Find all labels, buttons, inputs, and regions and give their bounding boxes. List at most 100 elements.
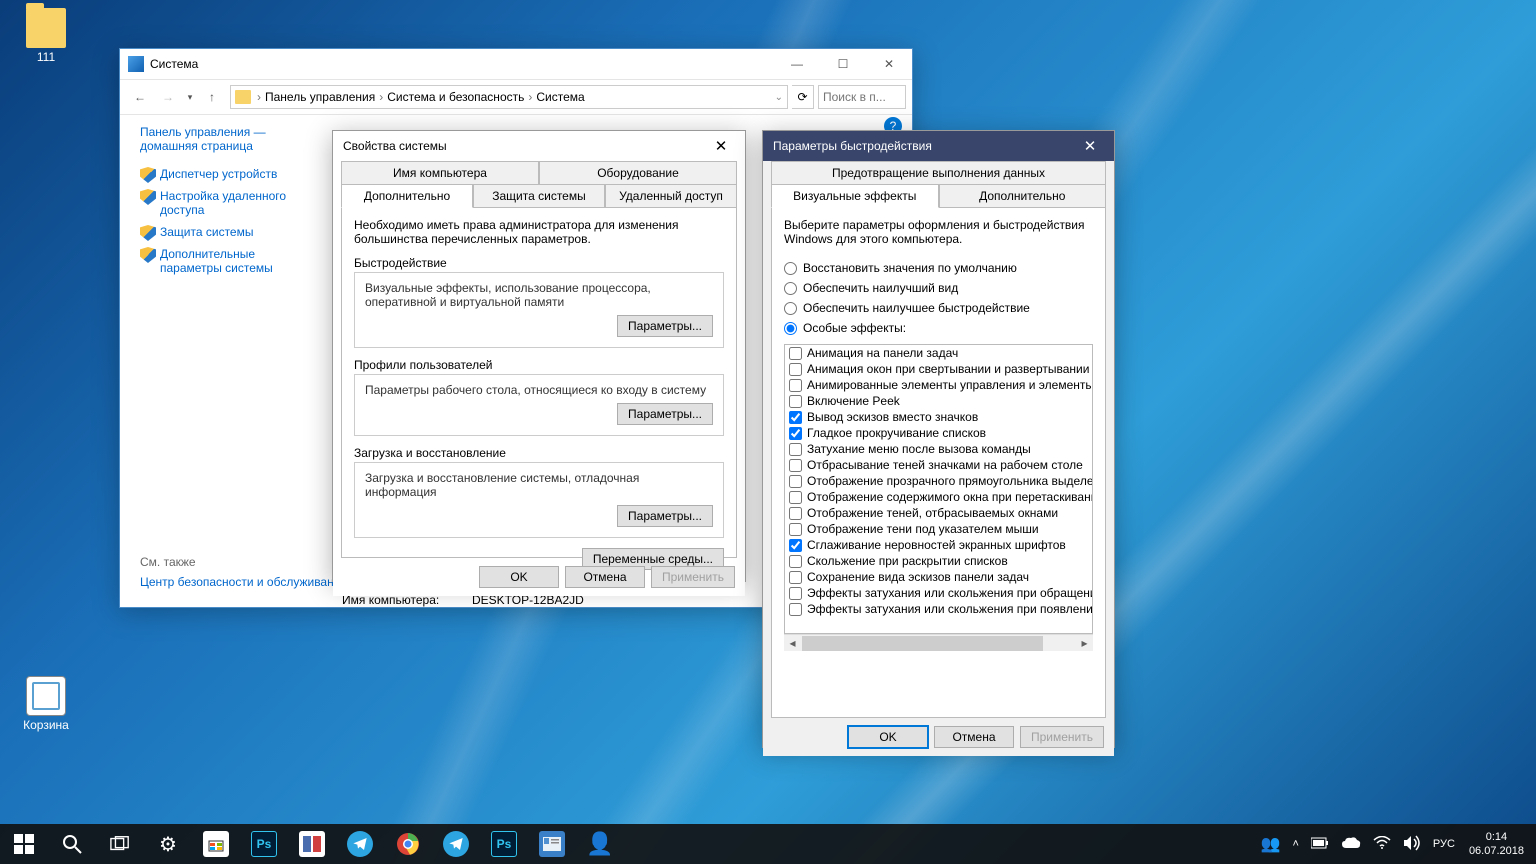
up-button[interactable]: ↑ (198, 83, 226, 111)
close-button[interactable]: ✕ (701, 132, 741, 160)
taskbar-app-photoshop[interactable]: Ps (240, 824, 288, 864)
effect-checkbox-row[interactable]: Гладкое прокручивание списков (785, 425, 1092, 441)
maximize-button[interactable]: ☐ (820, 49, 866, 79)
effect-checkbox-row[interactable]: Затухание меню после вызова команды (785, 441, 1092, 457)
effect-checkbox-row[interactable]: Отображение теней, отбрасываемых окнами (785, 505, 1092, 521)
effect-checkbox[interactable] (789, 443, 802, 456)
tab-dep[interactable]: Предотвращение выполнения данных (771, 161, 1106, 185)
effect-checkbox-row[interactable]: Отбрасывание теней значками на рабочем с… (785, 457, 1092, 473)
tab-advanced[interactable]: Дополнительно (341, 184, 473, 208)
effect-checkbox[interactable] (789, 603, 802, 616)
apply-button[interactable]: Применить (651, 566, 735, 588)
desktop-icon-folder[interactable]: 111 (8, 8, 84, 64)
tab-protection[interactable]: Защита системы (473, 184, 605, 208)
tab-visual-effects[interactable]: Визуальные эффекты (771, 184, 939, 208)
breadcrumb-item[interactable]: Система (536, 90, 584, 104)
effect-checkbox-row[interactable]: Включение Peek (785, 393, 1092, 409)
battery-icon[interactable] (1305, 837, 1335, 852)
search-input[interactable] (818, 85, 906, 109)
effect-checkbox-row[interactable]: Сглаживание неровностей экранных шрифтов (785, 537, 1092, 553)
taskbar-app-telegram[interactable] (336, 824, 384, 864)
effect-checkbox-row[interactable]: Анимированные элементы управления и элем… (785, 377, 1092, 393)
sidebar-link-devmgr[interactable]: Диспетчер устройств (160, 167, 277, 181)
effect-checkbox-row[interactable]: Анимация окон при свертывании и разверты… (785, 361, 1092, 377)
apply-button[interactable]: Применить (1020, 726, 1104, 748)
effects-checklist[interactable]: Анимация на панели задачАнимация окон пр… (784, 344, 1093, 634)
effect-checkbox-row[interactable]: Вывод эскизов вместо значков (785, 409, 1092, 425)
see-also-link[interactable]: Центр безопасности и обслуживания (140, 575, 347, 589)
radio-best-appearance[interactable]: Обеспечить наилучший вид (784, 281, 1093, 295)
effect-checkbox-row[interactable]: Отображение прозрачного прямоугольника в… (785, 473, 1092, 489)
breadcrumb[interactable]: › Панель управления › Система и безопасн… (230, 85, 788, 109)
effect-checkbox-row[interactable]: Скольжение при раскрытии списков (785, 553, 1092, 569)
horizontal-scrollbar[interactable]: ◂▸ (784, 634, 1093, 651)
breadcrumb-item[interactable]: Панель управления (265, 90, 375, 104)
onedrive-icon[interactable] (1335, 836, 1367, 853)
radio-custom[interactable]: Особые эффекты: (784, 321, 1093, 335)
language-indicator[interactable]: РУС (1427, 838, 1461, 850)
breadcrumb-item[interactable]: Система и безопасность (387, 90, 524, 104)
sidebar-link-protection[interactable]: Защита системы (160, 225, 253, 239)
tab-remote[interactable]: Удаленный доступ (605, 184, 737, 208)
startup-settings-button[interactable]: Параметры... (617, 505, 713, 527)
wifi-icon[interactable] (1367, 836, 1397, 853)
effect-checkbox-row[interactable]: Отображение тени под указателем мыши (785, 521, 1092, 537)
tray-chevron-icon[interactable]: ˄ (1286, 838, 1304, 850)
taskbar-app-card[interactable] (528, 824, 576, 864)
ok-button[interactable]: OK (848, 726, 928, 748)
tab-hardware[interactable]: Оборудование (539, 161, 737, 185)
taskbar-app-user[interactable]: 👤 (576, 824, 624, 864)
effect-checkbox[interactable] (789, 347, 802, 360)
search-button[interactable] (48, 824, 96, 864)
performance-settings-button[interactable]: Параметры... (617, 315, 713, 337)
taskview-button[interactable] (96, 824, 144, 864)
profiles-settings-button[interactable]: Параметры... (617, 403, 713, 425)
ok-button[interactable]: OK (479, 566, 559, 588)
refresh-button[interactable]: ⟳ (792, 85, 814, 109)
radio-defaults[interactable]: Восстановить значения по умолчанию (784, 261, 1093, 275)
effect-checkbox-row[interactable]: Эффекты затухания или скольжения при обр… (785, 585, 1092, 601)
effect-checkbox[interactable] (789, 395, 802, 408)
effect-checkbox[interactable] (789, 459, 802, 472)
close-button[interactable]: ✕ (1070, 132, 1110, 160)
tab-advanced[interactable]: Дополнительно (939, 184, 1107, 208)
desktop-icon-recycle[interactable]: Корзина (8, 676, 84, 732)
tab-computer-name[interactable]: Имя компьютера (341, 161, 539, 185)
cancel-button[interactable]: Отмена (934, 726, 1014, 748)
cancel-button[interactable]: Отмена (565, 566, 645, 588)
effect-checkbox[interactable] (789, 363, 802, 376)
effect-checkbox[interactable] (789, 475, 802, 488)
dialog-titlebar[interactable]: Параметры быстродействия ✕ (763, 131, 1114, 161)
recent-button[interactable]: ▾ (182, 83, 198, 111)
effect-checkbox[interactable] (789, 571, 802, 584)
effect-checkbox[interactable] (789, 539, 802, 552)
effect-checkbox[interactable] (789, 587, 802, 600)
effect-checkbox[interactable] (789, 491, 802, 504)
effect-checkbox[interactable] (789, 379, 802, 392)
sidebar-link-remote[interactable]: Настройка удаленного доступа (160, 189, 320, 217)
taskbar-app-photoshop2[interactable]: Ps (480, 824, 528, 864)
people-icon[interactable]: 👥 (1255, 834, 1287, 854)
effect-checkbox[interactable] (789, 427, 802, 440)
dialog-titlebar[interactable]: Свойства системы ✕ (333, 131, 745, 161)
effect-checkbox-row[interactable]: Сохранение вида эскизов панели задач (785, 569, 1092, 585)
clock[interactable]: 0:14 06.07.2018 (1461, 830, 1532, 858)
effect-checkbox[interactable] (789, 507, 802, 520)
volume-icon[interactable] (1397, 835, 1427, 854)
minimize-button[interactable]: — (774, 49, 820, 79)
taskbar-app-telegram2[interactable] (432, 824, 480, 864)
back-button[interactable]: ← (126, 83, 154, 111)
effect-checkbox[interactable] (789, 523, 802, 536)
close-button[interactable]: ✕ (866, 49, 912, 79)
start-button[interactable] (0, 824, 48, 864)
effect-checkbox-row[interactable]: Анимация на панели задач (785, 345, 1092, 361)
taskbar-app-chrome[interactable] (384, 824, 432, 864)
explorer-titlebar[interactable]: Система — ☐ ✕ (120, 49, 912, 79)
taskbar-app-totalcmd[interactable] (288, 824, 336, 864)
effect-checkbox[interactable] (789, 555, 802, 568)
settings-button[interactable]: ⚙ (144, 824, 192, 864)
sidebar-link-home[interactable]: Панель управления — домашняя страница (140, 125, 320, 153)
effect-checkbox-row[interactable]: Эффекты затухания или скольжения при поя… (785, 601, 1092, 617)
sidebar-link-advanced[interactable]: Дополнительные параметры системы (160, 247, 320, 275)
effect-checkbox-row[interactable]: Отображение содержимого окна при перетас… (785, 489, 1092, 505)
